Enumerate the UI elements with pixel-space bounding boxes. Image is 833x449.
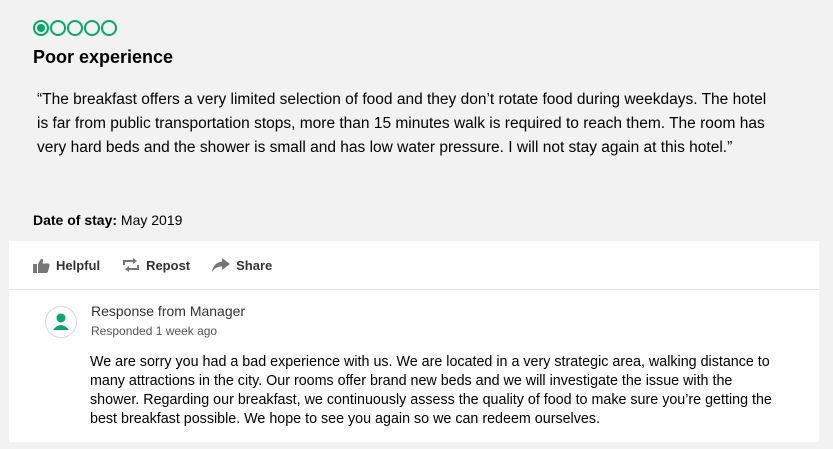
rating-bubbles (33, 20, 118, 37)
review-title[interactable]: Poor experience (33, 47, 173, 68)
helpful-button[interactable]: Helpful (33, 258, 100, 273)
repost-button[interactable]: Repost (122, 257, 190, 273)
helpful-label: Helpful (56, 257, 101, 273)
repost-icon (123, 258, 140, 272)
share-icon (212, 258, 231, 272)
response-time: Responded 1 week ago (91, 324, 218, 338)
review-body: Poor experience “The breakfast offers a … (9, 9, 819, 241)
rating-bubble-filled (33, 20, 49, 36)
review-card: Poor experience “The breakfast offers a … (9, 9, 819, 442)
share-button[interactable]: Share (212, 258, 272, 273)
rating-bubble-empty (101, 20, 117, 36)
rating-bubble-empty (84, 20, 100, 36)
manager-avatar (45, 306, 77, 338)
section-divider (9, 289, 819, 290)
response-title: Response from Manager (91, 303, 246, 319)
date-of-stay-value: May 2019 (120, 212, 183, 228)
date-of-stay-label: Date of stay: (33, 212, 118, 228)
date-of-stay: Date of stay: May 2019 (33, 212, 182, 228)
review-text: “The breakfast offers a very limited sel… (37, 91, 767, 156)
rating-bubble-empty (50, 20, 66, 36)
repost-label: Repost (146, 257, 191, 273)
thumbs-up-icon (33, 258, 50, 273)
review-actions: Helpful Repost Share (33, 257, 294, 273)
share-label: Share (236, 257, 273, 273)
rating-bubble-empty (67, 20, 83, 36)
response-text: We are sorry you had a bad experience wi… (90, 354, 772, 427)
user-icon (53, 313, 69, 330)
